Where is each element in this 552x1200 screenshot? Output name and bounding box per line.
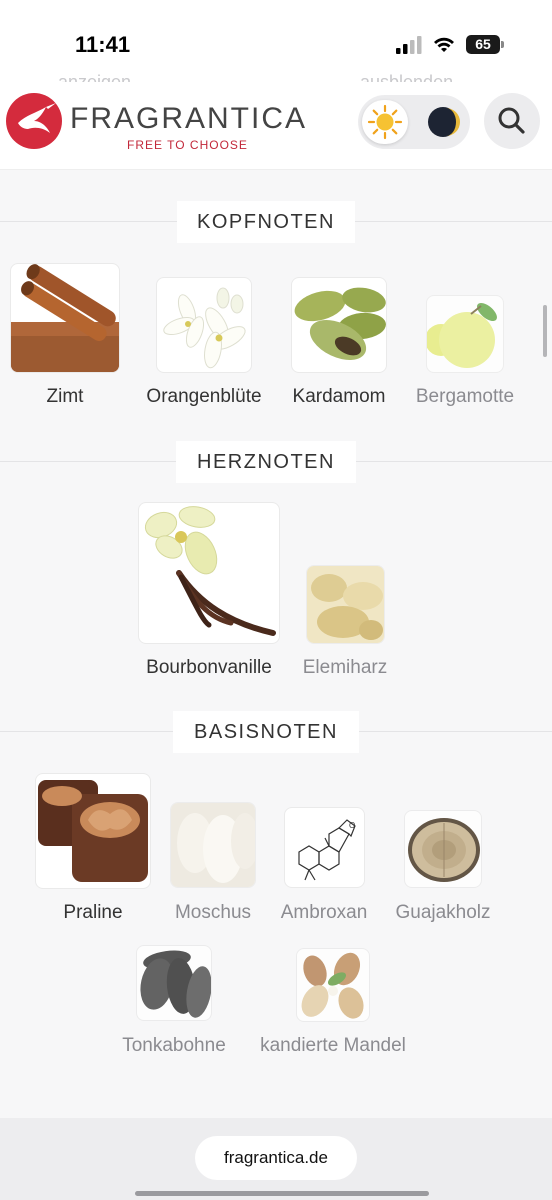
home-indicator[interactable]	[135, 1191, 429, 1196]
status-time: 11:41	[75, 32, 131, 57]
note-label-guajakholz[interactable]: Guajakholz	[395, 902, 490, 924]
svg-text:O: O	[349, 821, 355, 830]
note-image-elemiharz[interactable]	[306, 565, 385, 644]
note-label-zimt[interactable]: Zimt	[47, 386, 84, 408]
browser-bottom-bar: fragrantica.de	[0, 1118, 552, 1200]
site-header: FRAGRANTICA FREE TO CHOOSE	[0, 82, 552, 170]
note-image-moschus[interactable]	[170, 802, 256, 888]
battery-cap	[501, 41, 504, 48]
note-label-orangenbluete[interactable]: Orangenblüte	[146, 386, 261, 408]
hummingbird-icon[interactable]	[6, 93, 62, 149]
note-image-ambroxan[interactable]: O	[284, 807, 365, 888]
note-label-bourbonvanille[interactable]: Bourbonvanille	[146, 657, 272, 679]
note-label-kandierte-mandel[interactable]: kandierte Mandel	[260, 1035, 406, 1057]
note-image-kandierte-mandel[interactable]	[296, 948, 370, 1022]
note-image-bergamotte[interactable]	[426, 295, 504, 373]
note-image-tonkabohne[interactable]	[136, 945, 212, 1021]
note-label-ambroxan[interactable]: Ambroxan	[281, 902, 368, 924]
note-image-zimt[interactable]	[10, 263, 120, 373]
note-label-tonkabohne[interactable]: Tonkabohne	[122, 1035, 226, 1057]
address-bar[interactable]: fragrantica.de	[195, 1136, 357, 1180]
note-label-moschus[interactable]: Moschus	[175, 902, 251, 924]
moon-icon[interactable]	[420, 100, 466, 144]
theme-toggle[interactable]	[358, 95, 470, 149]
logo-tagline: FREE TO CHOOSE	[127, 138, 248, 152]
section-title-top-notes: KOPFNOTEN	[177, 201, 355, 243]
sun-icon[interactable]	[362, 100, 408, 144]
section-title-heart-notes: HERZNOTEN	[176, 441, 356, 483]
logo-wordmark[interactable]: FRAGRANTICA	[70, 102, 307, 136]
scroll-indicator[interactable]	[543, 305, 547, 357]
status-bar: 11:41 65 anzeigen ausblenden	[0, 0, 552, 88]
note-image-bourbonvanille[interactable]	[138, 502, 280, 644]
note-label-kardamom[interactable]: Kardamom	[293, 386, 386, 408]
search-icon[interactable]	[484, 93, 540, 149]
note-label-elemiharz[interactable]: Elemiharz	[303, 657, 387, 679]
note-label-praline[interactable]: Praline	[63, 902, 122, 924]
section-title-base-notes: BASISNOTEN	[173, 711, 359, 753]
note-label-bergamotte[interactable]: Bergamotte	[416, 386, 514, 408]
cellular-signal-icon	[396, 36, 422, 54]
note-image-praline[interactable]	[35, 773, 151, 889]
battery-indicator: 65	[466, 35, 500, 54]
note-image-kardamom[interactable]	[291, 277, 387, 373]
note-image-orangenbluete[interactable]	[156, 277, 252, 373]
note-image-guajakholz[interactable]	[404, 810, 482, 888]
wifi-icon	[434, 37, 454, 52]
